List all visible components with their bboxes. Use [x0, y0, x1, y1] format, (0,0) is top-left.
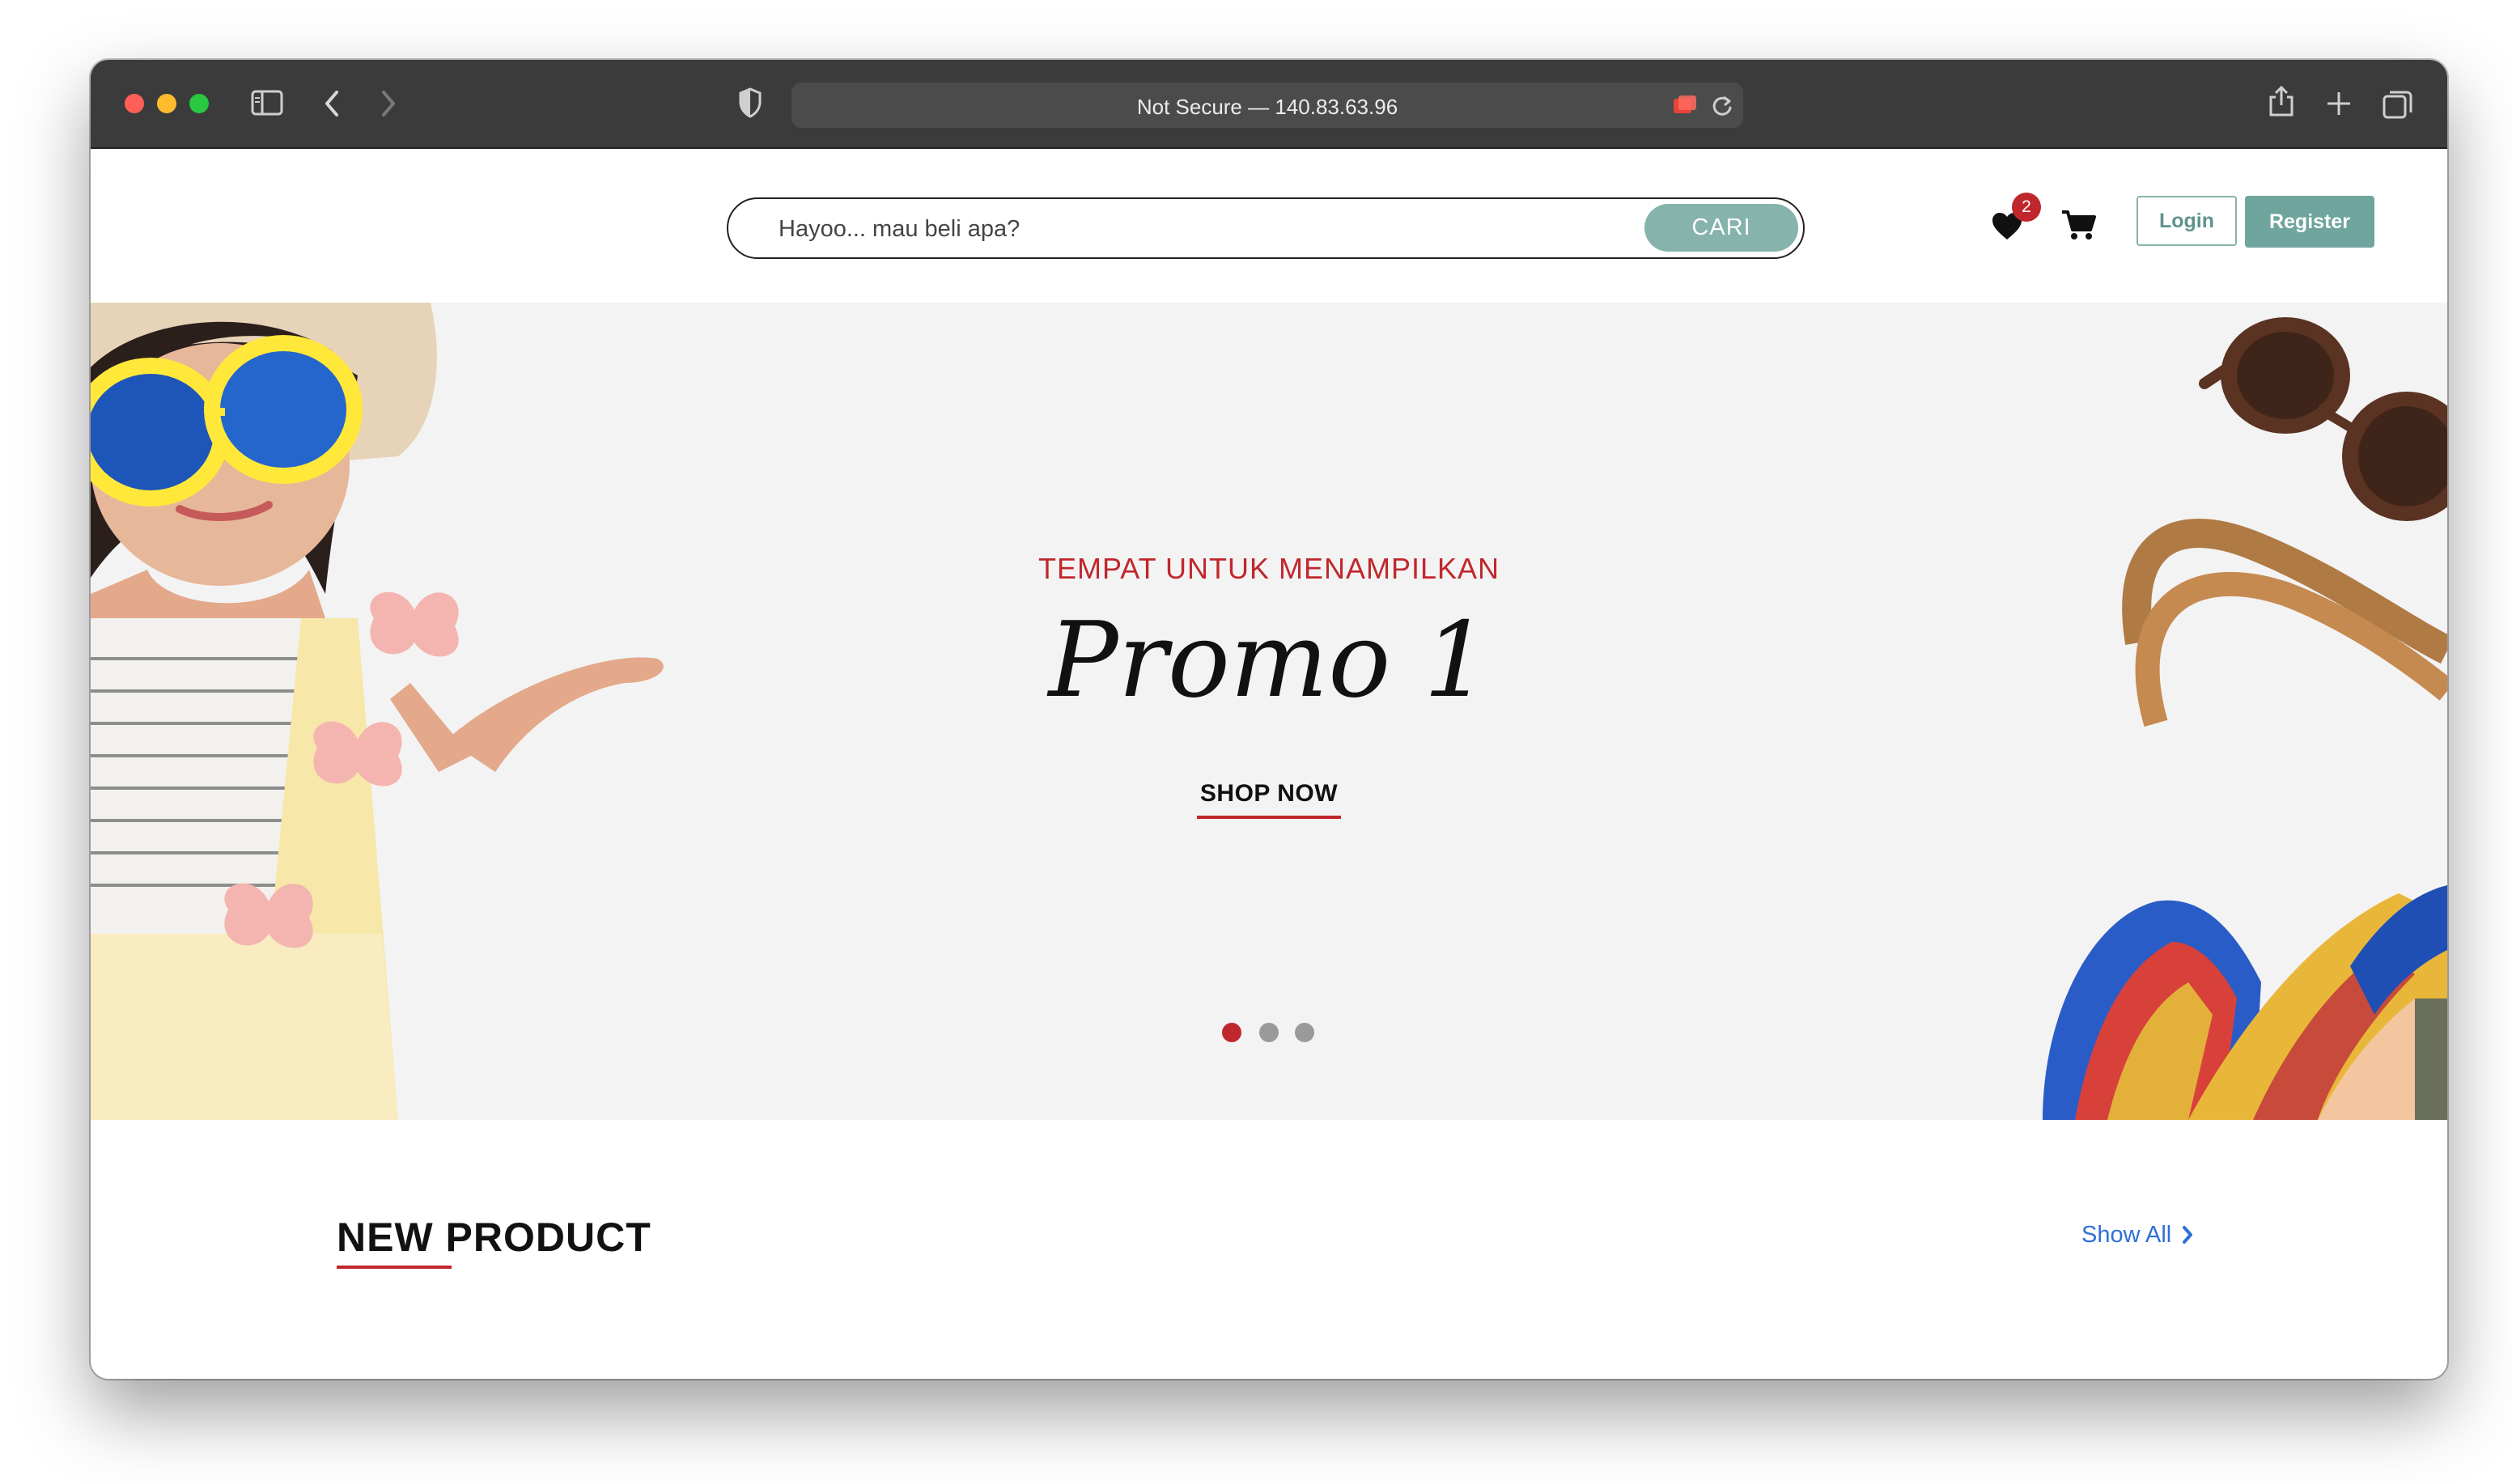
- site-header: CARI 2 Login Register: [91, 149, 2447, 303]
- search-bar: CARI: [727, 197, 1805, 259]
- tab-overview-icon[interactable]: [2383, 89, 2413, 120]
- hero-subtitle: TEMPAT UNTUK MENAMPILKAN: [1037, 552, 1500, 585]
- new-tab-icon[interactable]: [2326, 91, 2352, 117]
- cart-icon[interactable]: [2060, 209, 2096, 245]
- show-all-link[interactable]: Show All: [2081, 1222, 2194, 1249]
- camera-off-icon[interactable]: [1672, 94, 1699, 117]
- browser-toolbar: Not Secure — 140.83.63.96: [91, 60, 2447, 149]
- address-text: Not Secure — 140.83.63.96: [1136, 95, 1398, 119]
- new-product-heading: NEW PRODUCT: [337, 1215, 651, 1260]
- register-button[interactable]: Register: [2245, 196, 2374, 248]
- carousel-indicator-2[interactable]: [1259, 1023, 1279, 1042]
- shield-icon[interactable]: [738, 87, 762, 118]
- address-bar[interactable]: Not Secure — 140.83.63.96: [791, 83, 1743, 128]
- hero-carousel: TEMPAT UNTUK MENAMPILKAN Promo 1 SHOP NO…: [91, 303, 2447, 1120]
- back-icon[interactable]: [322, 89, 342, 118]
- wishlist-count-badge: 2: [2012, 193, 2041, 222]
- heading-underline: [337, 1266, 452, 1269]
- shop-now-link[interactable]: SHOP NOW: [1197, 780, 1341, 819]
- minimize-window-button[interactable]: [157, 94, 176, 113]
- carousel-indicator-3[interactable]: [1295, 1023, 1314, 1042]
- show-all-label: Show All: [2081, 1222, 2172, 1248]
- hero-title: Promo 1: [1048, 600, 1490, 721]
- browser-window: Not Secure — 140.83.63.96 CARI 2: [91, 60, 2447, 1379]
- zoom-window-button[interactable]: [189, 94, 209, 113]
- chevron-right-icon: [2183, 1226, 2193, 1244]
- close-window-button[interactable]: [125, 94, 144, 113]
- carousel-indicator-1[interactable]: [1222, 1023, 1241, 1042]
- search-button[interactable]: CARI: [1644, 204, 1798, 252]
- login-button[interactable]: Login: [2136, 196, 2237, 246]
- forward-icon[interactable]: [379, 89, 398, 118]
- sidebar-icon[interactable]: [251, 89, 283, 117]
- reload-icon[interactable]: [1711, 94, 1733, 118]
- share-icon[interactable]: [2268, 84, 2295, 118]
- search-input[interactable]: [777, 210, 1589, 248]
